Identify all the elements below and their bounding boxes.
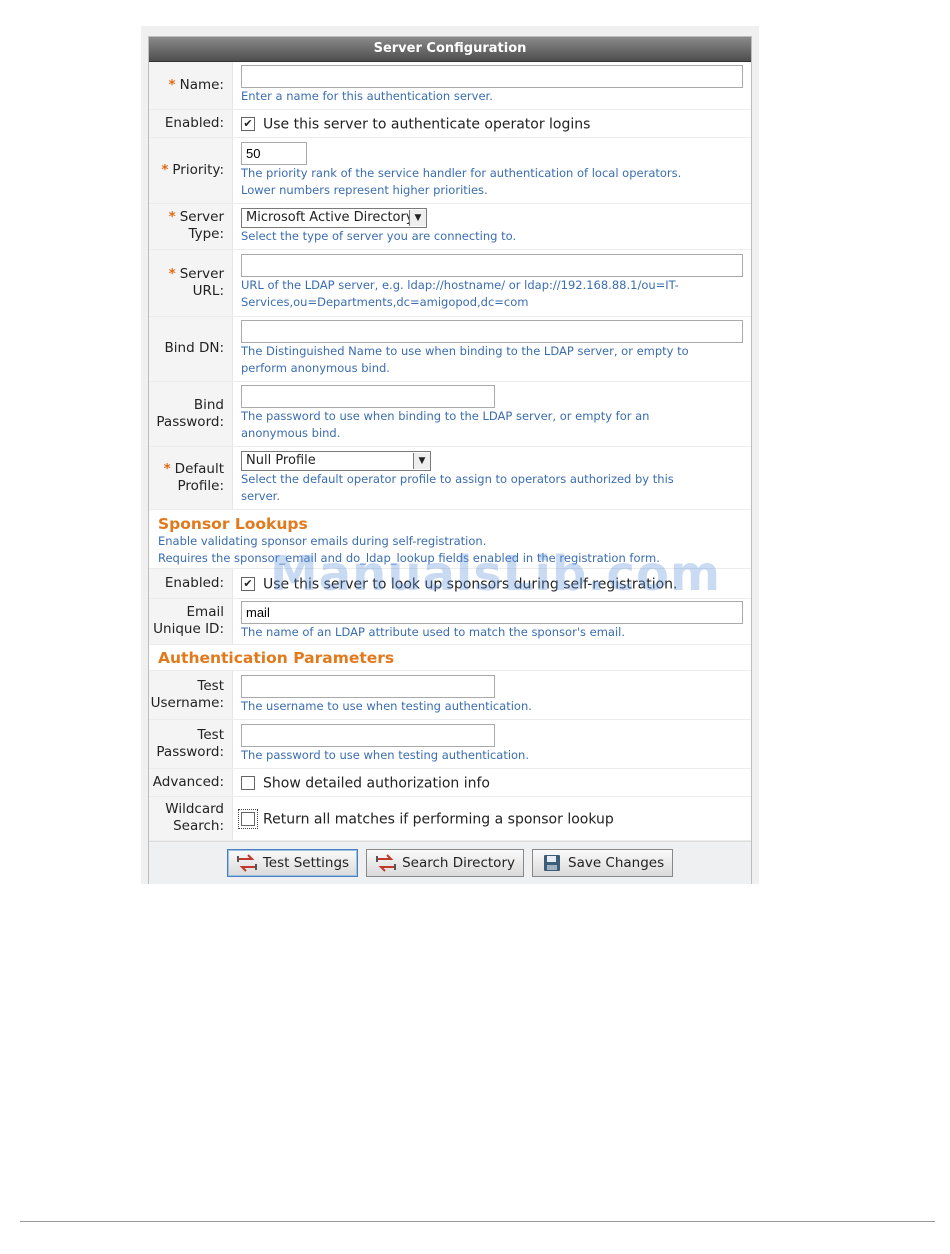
wildcard-search-label-1: Wildcard xyxy=(165,801,224,817)
bind-dn-label: Bind DN: xyxy=(164,340,224,356)
wildcard-search-checkbox[interactable] xyxy=(238,809,258,829)
default-profile-select[interactable]: Null Profile ▼ xyxy=(241,450,431,471)
bind-password-label-2: Password: xyxy=(156,413,224,430)
server-type-label-1: Server xyxy=(179,209,224,225)
server-type-label-2: Type: xyxy=(188,226,224,242)
transfer-arrows-icon xyxy=(236,853,258,873)
sponsor-enabled-checkbox[interactable]: ✔ xyxy=(241,577,255,591)
bind-password-label-1: Bind xyxy=(193,396,224,413)
test-password-help: The password to use when testing authent… xyxy=(241,747,529,762)
save-changes-label: Save Changes xyxy=(568,854,665,871)
search-directory-label: Search Directory xyxy=(402,854,515,871)
wildcard-search-label-2: Search: xyxy=(173,818,224,834)
sponsor-enabled-label: Enabled: xyxy=(164,574,224,591)
required-asterisk-icon: * xyxy=(168,265,176,282)
sponsor-desc-2: Requires the sponsor_email and do_ldap_l… xyxy=(158,551,660,565)
name-help: Enter a name for this authentication ser… xyxy=(241,89,493,104)
test-password-input[interactable] xyxy=(241,723,495,747)
advanced-checkbox-label: Show detailed authorization info xyxy=(263,775,491,791)
default-profile-help-2: server. xyxy=(241,488,281,503)
enabled-checkbox-label: Use this server to authenticate operator… xyxy=(263,116,591,132)
chevron-down-icon[interactable]: ▼ xyxy=(409,209,426,226)
enabled-label: Enabled: xyxy=(164,114,224,131)
test-settings-label: Test Settings xyxy=(262,854,350,871)
bind-dn-help-2: perform anonymous bind. xyxy=(241,361,390,375)
email-unique-id-help: The name of an LDAP attribute used to ma… xyxy=(241,625,625,639)
default-profile-label-1: Default xyxy=(174,460,224,477)
required-asterisk-icon: * xyxy=(168,209,176,225)
search-directory-button[interactable]: Search Directory xyxy=(366,848,524,877)
sponsor-lookups-heading: Sponsor Lookups xyxy=(158,515,308,533)
bind-password-input[interactable] xyxy=(241,385,495,408)
server-type-value: Microsoft Active Directory xyxy=(246,210,409,225)
name-label: Name: xyxy=(179,76,224,93)
test-username-help: The username to use when testing authent… xyxy=(241,698,532,713)
sponsor-desc-1: Enable validating sponsor emails during … xyxy=(158,534,487,548)
bind-dn-input[interactable] xyxy=(241,320,743,343)
email-unique-id-input[interactable] xyxy=(241,601,743,624)
test-settings-button[interactable]: Test Settings xyxy=(226,848,359,877)
button-bar: Test Settings Search Directory Save Chan… xyxy=(149,840,751,884)
panel-title: Server Configuration xyxy=(149,37,751,62)
email-unique-id-label-2: Unique ID: xyxy=(153,621,224,637)
transfer-arrows-icon xyxy=(375,853,397,873)
enabled-checkbox[interactable]: ✔ xyxy=(241,117,255,131)
authentication-parameters-section: Authentication Parameters xyxy=(149,644,751,671)
test-password-label-1: Test xyxy=(197,726,224,743)
required-asterisk-icon: * xyxy=(161,161,169,178)
test-username-label-1: Test xyxy=(197,677,224,694)
priority-label: Priority: xyxy=(172,161,224,178)
priority-help-1: The priority rank of the service handler… xyxy=(241,165,682,180)
save-changes-button[interactable]: Save Changes xyxy=(532,848,674,877)
bind-password-help-1: The password to use when binding to the … xyxy=(241,409,650,423)
email-unique-id-label-1: Email xyxy=(186,604,224,620)
required-asterisk-icon: * xyxy=(163,460,171,477)
server-url-help-2: Services,ou=Departments,dc=amigopod,dc=c… xyxy=(241,295,529,309)
sponsor-lookups-section: Sponsor Lookups Enable validating sponso… xyxy=(149,509,751,569)
advanced-label: Advanced: xyxy=(152,773,224,790)
name-input[interactable] xyxy=(241,65,743,89)
default-profile-label-2: Profile: xyxy=(177,477,224,494)
chevron-down-icon[interactable]: ▼ xyxy=(413,452,430,469)
test-username-input[interactable] xyxy=(241,674,495,698)
required-asterisk-icon: * xyxy=(168,76,176,93)
test-username-label-2: Username: xyxy=(150,694,224,711)
server-type-help: Select the type of server you are connec… xyxy=(241,228,517,243)
server-configuration-panel: Server Configuration * Name: Enter a name… xyxy=(148,36,752,884)
wildcard-search-checkbox-label: Return all matches if performing a spons… xyxy=(263,811,614,827)
authentication-parameters-heading: Authentication Parameters xyxy=(158,649,395,667)
sponsor-enabled-checkbox-label: Use this server to look up sponsors duri… xyxy=(263,576,678,592)
test-password-label-2: Password: xyxy=(156,743,224,760)
bind-dn-help-1: The Distinguished Name to use when bindi… xyxy=(241,344,689,358)
server-config-form: * Name: Enter a name for this authenticat… xyxy=(149,62,751,841)
server-url-help-1: URL of the LDAP server, e.g. ldap://host… xyxy=(241,278,679,292)
server-url-label-2: URL: xyxy=(192,282,224,299)
priority-help-2: Lower numbers represent higher prioritie… xyxy=(241,182,488,197)
server-url-input[interactable] xyxy=(241,254,743,277)
floppy-disk-icon xyxy=(541,853,563,873)
server-type-select[interactable]: Microsoft Active Directory ▼ xyxy=(241,207,427,228)
priority-input[interactable] xyxy=(241,141,307,165)
server-url-label-1: Server xyxy=(179,265,224,282)
bind-password-help-2: anonymous bind. xyxy=(241,426,341,440)
advanced-checkbox[interactable] xyxy=(241,776,255,790)
default-profile-help-1: Select the default operator profile to a… xyxy=(241,471,674,486)
name-label-cell: * Name: xyxy=(149,62,233,110)
default-profile-value: Null Profile xyxy=(246,453,316,468)
page-footer-divider xyxy=(20,1221,935,1222)
